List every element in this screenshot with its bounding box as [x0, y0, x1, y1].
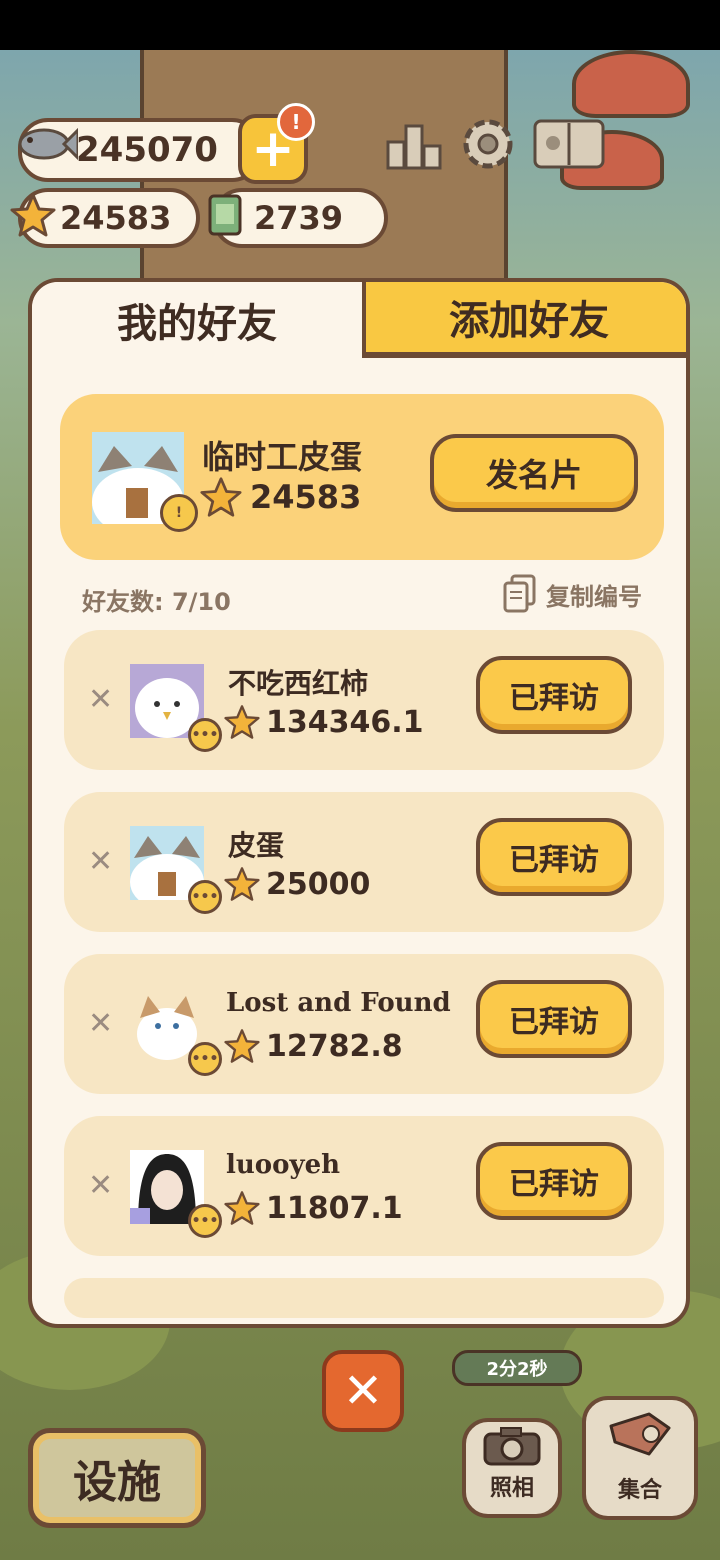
friend-more-badge[interactable]: ••• — [188, 1042, 222, 1076]
friend-score-value: 25000 — [266, 866, 371, 902]
photo-label: 照相 — [489, 1476, 534, 1501]
copy-id-button[interactable]: 复制编号 — [502, 574, 642, 614]
star-icon — [10, 193, 56, 237]
friend-score-value: 11807.1 — [266, 1190, 403, 1226]
friend-score: 11807.1 — [224, 1190, 403, 1226]
my-score-value: 24583 — [250, 478, 362, 516]
friend-more-badge[interactable]: ••• — [188, 1204, 222, 1238]
visited-button[interactable]: 已拜访 — [476, 1142, 632, 1220]
facility-button[interactable]: 设施 — [28, 1428, 206, 1528]
friends-count: 好友数: 7/10 — [82, 588, 231, 616]
friend-name: 皮蛋 — [228, 829, 285, 862]
collection-book-icon[interactable] — [530, 112, 608, 176]
my-name: 临时工皮蛋 — [202, 438, 363, 476]
visited-button[interactable]: 已拜访 — [476, 656, 632, 734]
countdown-timer: 2分2秒 — [452, 1350, 582, 1386]
copy-id-label: 复制编号 — [546, 582, 642, 611]
visited-button[interactable]: 已拜访 — [476, 980, 632, 1058]
star-value: 24583 — [60, 199, 172, 237]
star-icon — [200, 477, 242, 517]
friend-more-badge[interactable]: ••• — [188, 880, 222, 914]
copy-icon — [503, 574, 536, 613]
star-icon — [224, 1191, 260, 1225]
visited-button[interactable]: 已拜访 — [476, 818, 632, 896]
visited-label: 已拜访 — [509, 843, 599, 878]
my-score: 24583 — [200, 476, 361, 518]
send-card-label: 发名片 — [485, 456, 582, 494]
remove-friend-button[interactable]: ✕ — [88, 844, 113, 879]
remove-friend-button[interactable]: ✕ — [88, 1006, 113, 1041]
notification-badge: ! — [277, 103, 315, 141]
settings-gear-icon[interactable] — [456, 112, 520, 176]
friend-row: ✕ ••• luooyeh 11807.1 已拜访 — [64, 1116, 664, 1256]
photo-button[interactable]: 照相 — [462, 1418, 562, 1518]
my-profile-card: ! 临时工皮蛋 24583 发名片 — [60, 394, 664, 560]
mushroom-decoration — [572, 50, 690, 118]
remove-friend-button[interactable]: ✕ — [88, 1168, 113, 1203]
my-avatar-badge: ! — [160, 494, 198, 532]
fish-icon — [18, 127, 78, 161]
tab-my-friends-label: 我的好友 — [117, 301, 277, 347]
gather-button[interactable]: 集合 — [582, 1396, 698, 1520]
friend-score: 25000 — [224, 866, 370, 902]
whistle-icon — [609, 1412, 671, 1456]
leaderboard-icon[interactable] — [382, 112, 446, 176]
friend-row: ✕ ••• 皮蛋 25000 已拜访 — [64, 792, 664, 932]
friend-name: Lost and Found — [226, 988, 451, 1018]
friend-score-value: 134346.1 — [266, 704, 424, 740]
friend-row: ✕ ••• Lost and Found 12782.8 已拜访 — [64, 954, 664, 1094]
tab-add-friends-label: 添加好友 — [449, 298, 609, 344]
visited-label: 已拜访 — [509, 1005, 599, 1040]
camera-icon — [483, 1427, 541, 1466]
friend-score: 12782.8 — [224, 1028, 403, 1064]
friend-name: 不吃西红柿 — [228, 667, 369, 700]
friend-score: 134346.1 — [224, 704, 424, 740]
friend-score-value: 12782.8 — [266, 1028, 403, 1064]
star-icon — [224, 1029, 260, 1063]
visited-label: 已拜访 — [509, 1167, 599, 1202]
remove-friend-button[interactable]: ✕ — [88, 682, 113, 717]
fish-value: 245070 — [76, 130, 218, 170]
visited-label: 已拜访 — [509, 681, 599, 716]
star-icon — [224, 705, 260, 739]
ticket-value: 2739 — [254, 199, 344, 237]
friends-dialog: 我的好友 添加好友 ! 临时工皮蛋 24583 发名片 好友数: 7/10 复制… — [28, 278, 690, 1328]
status-bar — [0, 0, 720, 50]
friend-more-badge[interactable]: ••• — [188, 718, 222, 752]
tab-my-friends[interactable]: 我的好友 — [32, 282, 362, 358]
send-card-button[interactable]: 发名片 — [430, 434, 638, 512]
friend-row-partial — [64, 1278, 664, 1318]
gather-label: 集合 — [617, 1478, 662, 1503]
tab-add-friends[interactable]: 添加好友 — [362, 282, 686, 358]
star-icon — [224, 867, 260, 901]
friend-name: luooyeh — [226, 1150, 341, 1180]
friend-row: ✕ ••• 不吃西红柿 134346.1 已拜访 — [64, 630, 664, 770]
facility-label: 设施 — [73, 1457, 161, 1508]
close-dialog-button[interactable]: ✕ — [322, 1350, 404, 1432]
ticket-icon — [208, 194, 242, 236]
close-label: ✕ — [342, 1363, 384, 1419]
